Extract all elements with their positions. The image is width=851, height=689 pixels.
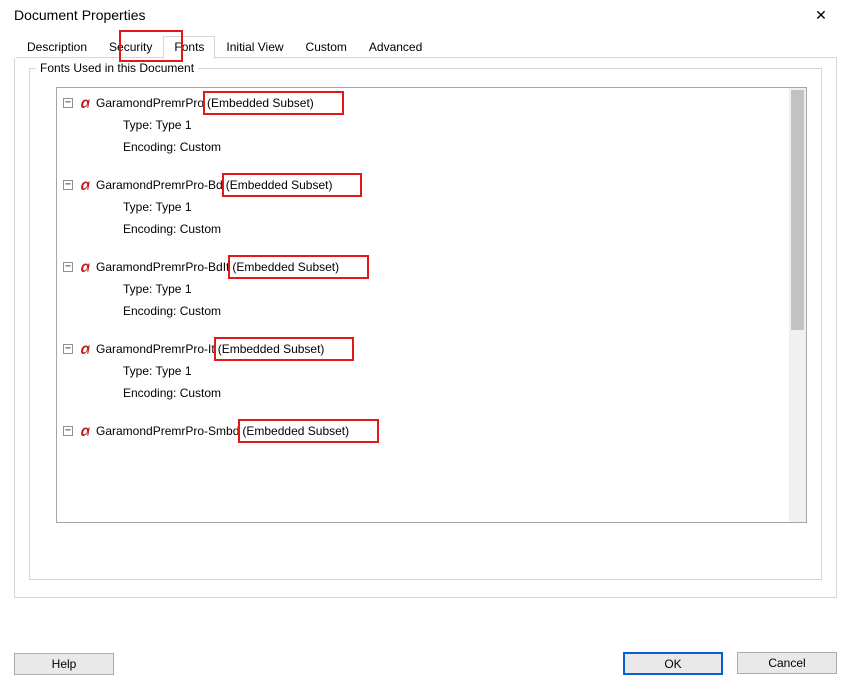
close-icon[interactable]: ✕ [801, 7, 841, 24]
font-glyph-icon [78, 261, 91, 274]
embedded-subset-wrap: (Embedded Subset) [207, 96, 314, 110]
font-detail-encoding: Encoding: Custom [63, 300, 789, 322]
embedded-subset-wrap: (Embedded Subset) [226, 178, 333, 192]
font-name-label: GaramondPremrPro-BdIt [96, 260, 229, 274]
font-entry[interactable]: − GaramondPremrPro(Embedded Subset) [63, 92, 789, 114]
embedded-subset-wrap: (Embedded Subset) [242, 424, 349, 438]
font-entry[interactable]: − GaramondPremrPro-Smbd(Embedded Subset) [63, 420, 789, 442]
font-detail-encoding: Encoding: Custom [63, 136, 789, 158]
tab-custom[interactable]: Custom [295, 36, 358, 58]
font-tree: −GaramondPremrPro(Embedded Subset)Type: … [57, 88, 789, 442]
embedded-subset-label: (Embedded Subset) [242, 424, 349, 438]
ok-button[interactable]: OK [623, 652, 723, 675]
font-detail-type: Type: Type 1 [63, 360, 789, 382]
titlebar: Document Properties ✕ [0, 0, 851, 30]
window-title: Document Properties [14, 7, 146, 23]
font-detail-type: Type: Type 1 [63, 278, 789, 300]
cancel-button[interactable]: Cancel [737, 652, 837, 674]
type-label: Type: Type 1 [123, 200, 192, 214]
groupbox-label: Fonts Used in this Document [36, 61, 198, 75]
font-name-label: GaramondPremrPro-Bd [96, 178, 223, 192]
embedded-subset-label: (Embedded Subset) [207, 96, 314, 110]
type-label: Type: Type 1 [123, 118, 192, 132]
tab-advanced[interactable]: Advanced [358, 36, 433, 58]
font-glyph-icon [78, 179, 91, 192]
font-name-label: GaramondPremrPro-It [96, 342, 215, 356]
font-detail-type: Type: Type 1 [63, 196, 789, 218]
tab-security[interactable]: Security [98, 36, 163, 58]
tree-collapse-icon[interactable]: − [63, 180, 73, 190]
type-label: Type: Type 1 [123, 282, 192, 296]
fonts-groupbox: Fonts Used in this Document −GaramondPre… [29, 68, 822, 580]
tab-description[interactable]: Description [16, 36, 98, 58]
embedded-subset-label: (Embedded Subset) [218, 342, 325, 356]
help-button[interactable]: Help [14, 653, 114, 675]
button-bar: Help OK Cancel [14, 652, 837, 675]
embedded-subset-label: (Embedded Subset) [232, 260, 339, 274]
tab-panel: Fonts Used in this Document − GaramondPre… [14, 58, 837, 598]
tab-fonts[interactable]: Fonts [163, 36, 215, 59]
encoding-label: Encoding: Custom [123, 140, 221, 154]
encoding-label: Encoding: Custom [123, 304, 221, 318]
font-entry[interactable]: − GaramondPremrPro-BdIt(Embedded Subset) [63, 256, 789, 278]
font-entry[interactable]: − GaramondPremrPro-It(Embedded Subset) [63, 338, 789, 360]
font-glyph-icon [78, 343, 91, 356]
font-glyph-icon [78, 425, 91, 438]
font-detail-encoding: Encoding: Custom [63, 382, 789, 404]
tree-collapse-icon[interactable]: − [63, 344, 73, 354]
embedded-subset-wrap: (Embedded Subset) [218, 342, 325, 356]
embedded-subset-label: (Embedded Subset) [226, 178, 333, 192]
tree-collapse-icon[interactable]: − [63, 98, 73, 108]
font-tree-container: −GaramondPremrPro(Embedded Subset)Type: … [56, 87, 807, 523]
font-detail-type: Type: Type 1 [63, 114, 789, 136]
embedded-subset-wrap: (Embedded Subset) [232, 260, 339, 274]
vertical-scrollbar[interactable] [789, 88, 806, 522]
scrollbar-thumb[interactable] [791, 90, 804, 330]
font-name-label: GaramondPremrPro-Smbd [96, 424, 239, 438]
tab-strip: Description Security Fonts Initial View … [0, 36, 851, 58]
tree-collapse-icon[interactable]: − [63, 426, 73, 436]
tab-initial-view[interactable]: Initial View [215, 36, 294, 58]
font-name-label: GaramondPremrPro [96, 96, 204, 110]
type-label: Type: Type 1 [123, 364, 192, 378]
font-entry[interactable]: − GaramondPremrPro-Bd(Embedded Subset) [63, 174, 789, 196]
encoding-label: Encoding: Custom [123, 386, 221, 400]
encoding-label: Encoding: Custom [123, 222, 221, 236]
font-tree-viewport: −GaramondPremrPro(Embedded Subset)Type: … [57, 88, 789, 522]
font-detail-encoding: Encoding: Custom [63, 218, 789, 240]
tree-collapse-icon[interactable]: − [63, 262, 73, 272]
font-glyph-icon [78, 97, 91, 110]
